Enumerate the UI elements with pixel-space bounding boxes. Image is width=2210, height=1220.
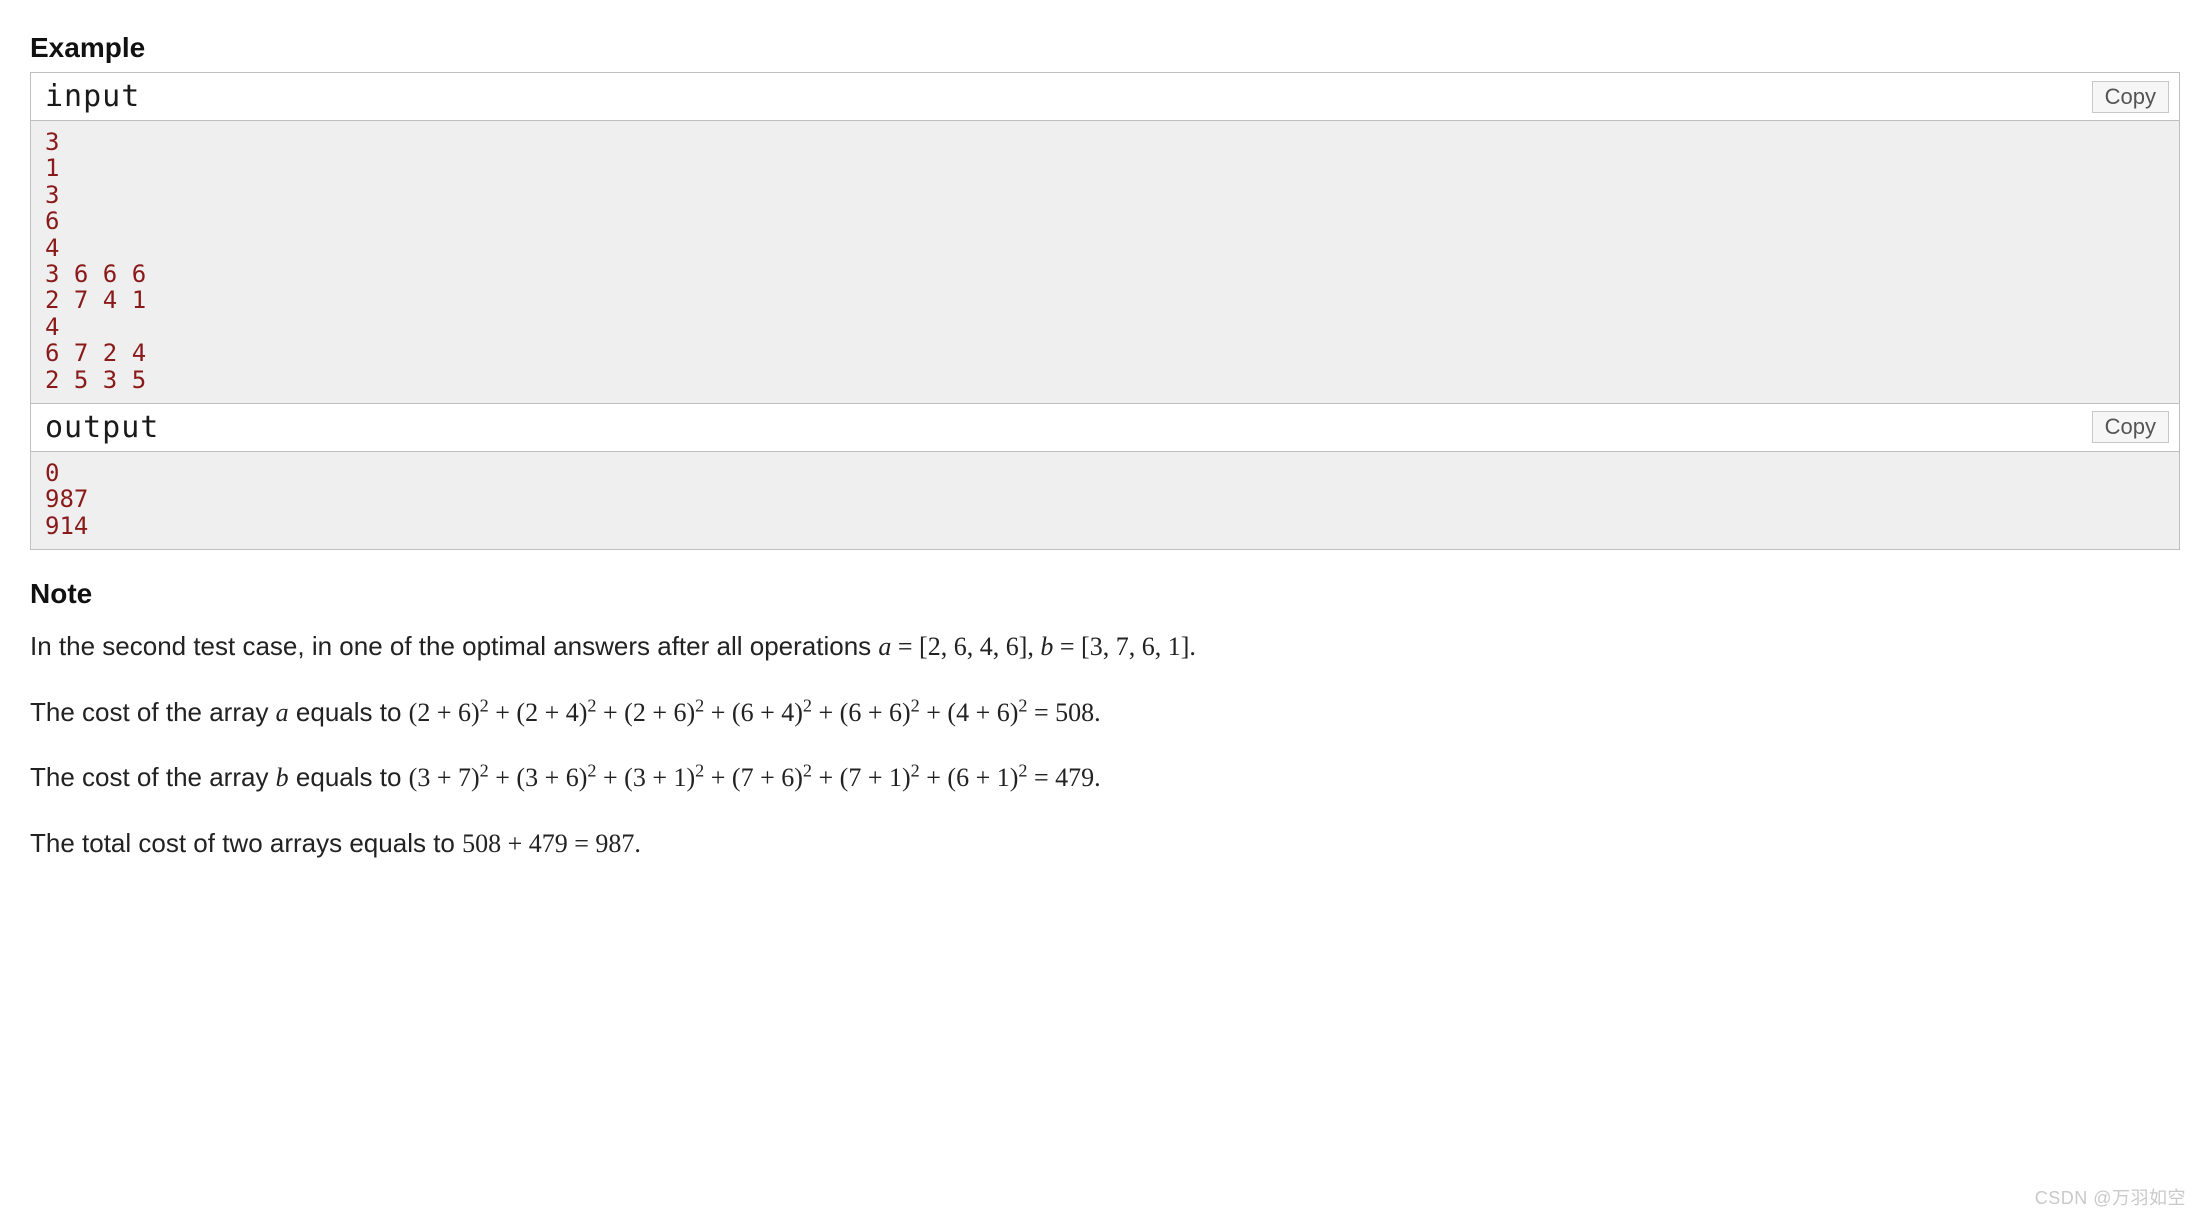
watermark: CSDN @万羽如空 bbox=[2035, 1184, 2186, 1210]
example-heading: Example bbox=[30, 32, 2180, 64]
note-p2-var: a bbox=[276, 698, 289, 727]
note-p1-prefix: In the second test case, in one of the o… bbox=[30, 631, 878, 661]
output-header: output Copy bbox=[31, 404, 2179, 452]
input-header: input Copy bbox=[31, 73, 2179, 121]
note-p4-prefix: The total cost of two arrays equals to bbox=[30, 828, 462, 858]
note-p3-result: = 479. bbox=[1027, 763, 1100, 792]
note-heading: Note bbox=[30, 578, 2180, 610]
copy-input-button[interactable]: Copy bbox=[2092, 81, 2169, 113]
note-p1-eq2: = [3, 7, 6, 1]. bbox=[1053, 632, 1195, 661]
note-paragraph-4: The total cost of two arrays equals to 5… bbox=[30, 825, 2180, 863]
note-paragraph-2: The cost of the array a equals to (2 + 6… bbox=[30, 694, 2180, 732]
input-text: 3 1 3 6 4 3 6 6 6 2 7 4 1 4 6 7 2 4 2 5 … bbox=[31, 121, 2179, 403]
note-p3-expr: (3 + 7)2 + (3 + 6)2 + (3 + 1)2 + (7 + 6)… bbox=[409, 763, 1028, 792]
note-p2-expr: (2 + 6)2 + (2 + 4)2 + (2 + 6)2 + (6 + 4)… bbox=[409, 698, 1028, 727]
note-paragraph-1: In the second test case, in one of the o… bbox=[30, 628, 2180, 666]
note-p1-a-var: a bbox=[878, 632, 891, 661]
note-paragraph-3: The cost of the array b equals to (3 + 7… bbox=[30, 759, 2180, 797]
note-p2-result: = 508. bbox=[1027, 698, 1100, 727]
output-text: 0 987 914 bbox=[31, 452, 2179, 549]
note-p3-var: b bbox=[276, 763, 289, 792]
input-block: input Copy 3 1 3 6 4 3 6 6 6 2 7 4 1 4 6… bbox=[30, 72, 2180, 404]
copy-output-button[interactable]: Copy bbox=[2092, 411, 2169, 443]
output-block: output Copy 0 987 914 bbox=[30, 404, 2180, 550]
note-p1-eq1: = [2, 6, 4, 6], bbox=[891, 632, 1040, 661]
note-p1-b-var: b bbox=[1040, 632, 1053, 661]
output-label: output bbox=[45, 410, 159, 445]
note-p2-mid: equals to bbox=[289, 697, 409, 727]
note-p3-prefix: The cost of the array bbox=[30, 762, 276, 792]
input-label: input bbox=[45, 79, 140, 114]
note-p2-prefix: The cost of the array bbox=[30, 697, 276, 727]
note-p4-expr: 508 + 479 = 987. bbox=[462, 829, 641, 858]
note-p3-mid: equals to bbox=[289, 762, 409, 792]
